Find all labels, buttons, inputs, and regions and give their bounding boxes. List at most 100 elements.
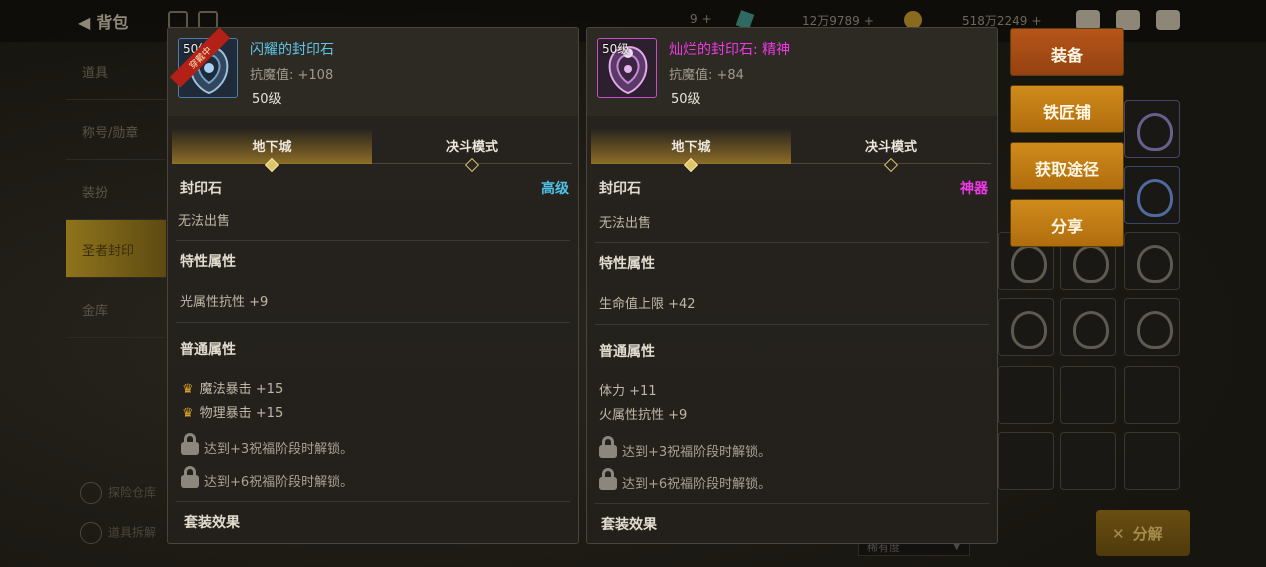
divider (176, 501, 570, 502)
set-effect-title: 套装效果 (184, 515, 240, 531)
diamond-icon (264, 157, 280, 173)
tab-label: 决斗模式 (864, 140, 917, 155)
inventory-slot[interactable] (1124, 432, 1180, 490)
currency-1: 9 + (690, 12, 712, 26)
mode-tabs: 地下城 决斗模式 (591, 128, 991, 173)
item-rarity: 神器 (960, 181, 988, 197)
inventory-slot[interactable] (1124, 232, 1180, 290)
item-category: 封印石 (599, 181, 641, 197)
sell-status: 无法出售 (599, 216, 652, 231)
warehouse-label: 探险仓库 (108, 485, 157, 500)
diamond-icon (464, 157, 480, 173)
item-rarity: 高级 (541, 181, 569, 197)
sidebar-item-label: 圣者封印 (82, 244, 135, 259)
normal-attr-text: 魔法暴击 +15 (199, 382, 284, 397)
special-attrs-title: 特性属性 (599, 256, 655, 272)
sidebar-item-label: 道具 (82, 66, 109, 81)
sell-status: 无法出售 (178, 214, 231, 229)
sidebar-bottom-warehouse[interactable]: 探险仓库 (80, 482, 156, 504)
locked-attr: 达到+3祝福阶段时解锁。 (204, 442, 354, 457)
add-icon[interactable]: + (864, 14, 874, 28)
chat-icon[interactable] (1156, 10, 1180, 30)
lock-icon (181, 433, 199, 455)
add-icon[interactable]: + (702, 12, 712, 26)
currency-1-value: 9 (690, 12, 698, 26)
dismantle-icon (80, 522, 102, 544)
blacksmith-button[interactable]: 铁匠铺 (1010, 85, 1124, 133)
item-level: 50级 (252, 92, 282, 107)
item-icon: 50级 (597, 38, 657, 98)
inventory-slot[interactable] (1060, 298, 1116, 356)
inventory-slot[interactable] (998, 366, 1054, 424)
normal-attr-text: 物理暴击 +15 (199, 406, 284, 421)
item-icon: 50级 穿戴中 (169, 28, 238, 98)
lock-icon (599, 436, 617, 458)
item-level: 50级 (671, 92, 701, 107)
sidebar-item-vault[interactable]: 金库 (66, 280, 166, 338)
inventory-slot[interactable] (1124, 366, 1180, 424)
currency-3-value: 518万2249 (962, 14, 1028, 28)
special-attr: 光属性抗性 +9 (180, 295, 269, 310)
item-name: 闪耀的封印石 (250, 42, 334, 58)
sidebar-item-label: 金库 (82, 304, 109, 319)
normal-attr: 火属性抗性 +9 (599, 408, 688, 423)
crown-icon: ♛ (182, 382, 194, 397)
mode-tabs: 地下城 决斗模式 (172, 128, 572, 173)
sidebar-bottom-dismantle[interactable]: 道具拆解 (80, 522, 156, 544)
back-button[interactable]: ◀ 背包 (78, 9, 128, 33)
sidebar-item-titles[interactable]: 称号/勋章 (66, 102, 166, 160)
sidebar-item-items[interactable]: 道具 (66, 42, 166, 100)
normal-attr: ♛ 魔法暴击 +15 (182, 378, 283, 397)
set-effect-title: 套装效果 (601, 517, 657, 533)
decompose-button[interactable]: ✕ 分解 (1096, 510, 1190, 556)
tab-label: 地下城 (252, 140, 292, 155)
page-title: 背包 (96, 13, 129, 32)
tab-duel[interactable]: 决斗模式 (372, 128, 572, 173)
mail-icon[interactable] (1116, 10, 1140, 30)
item-tooltip-equipped: 50级 穿戴中 闪耀的封印石 抗魔值: +108 50级 地下城 决斗模式 封印… (167, 27, 579, 544)
normal-attrs-title: 普通属性 (180, 342, 236, 358)
decompose-label: 分解 (1132, 525, 1163, 543)
sidebar: 道具 称号/勋章 装扮 圣者封印 金库 (66, 42, 166, 522)
divider (595, 503, 989, 504)
inventory-slot[interactable] (1124, 166, 1180, 224)
tab-label: 决斗模式 (445, 140, 498, 155)
share-button[interactable]: 分享 (1010, 199, 1124, 247)
item-category: 封印石 (180, 181, 222, 197)
tab-duel[interactable]: 决斗模式 (791, 128, 991, 173)
tab-dungeon[interactable]: 地下城 (591, 128, 791, 173)
locked-attr: 达到+3祝福阶段时解锁。 (622, 445, 772, 460)
divider (176, 322, 570, 323)
shop-icon[interactable] (1076, 10, 1100, 30)
inventory-slot[interactable] (1060, 366, 1116, 424)
special-attrs-title: 特性属性 (180, 254, 236, 270)
inventory-slot[interactable] (1124, 298, 1180, 356)
currency-2-value: 12万9789 (802, 14, 860, 28)
diamond-icon (683, 157, 699, 173)
inventory-slot[interactable] (998, 432, 1054, 490)
equip-button[interactable]: 装备 (1010, 28, 1124, 76)
item-level-badge: 50级 (602, 42, 630, 56)
item-name: 灿烂的封印石: 精神 (669, 42, 791, 58)
special-attr: 生命值上限 +42 (599, 297, 696, 312)
add-icon[interactable]: + (1031, 14, 1041, 28)
tab-label: 地下城 (671, 140, 711, 155)
tooltip-header: 50级 灿烂的封印石: 精神 抗魔值: +84 50级 (587, 28, 997, 116)
sidebar-item-seal[interactable]: 圣者封印 (66, 220, 166, 278)
divider (176, 240, 570, 241)
back-arrow-icon: ◀ (78, 13, 91, 32)
diamond-icon (883, 157, 899, 173)
divider (595, 242, 989, 243)
obtain-source-button[interactable]: 获取途径 (1010, 142, 1124, 190)
inventory-slot[interactable] (998, 298, 1054, 356)
divider (595, 324, 989, 325)
normal-attr: 体力 +11 (599, 384, 657, 399)
sidebar-item-avatar[interactable]: 装扮 (66, 162, 166, 220)
item-tooltip-compare: 50级 灿烂的封印石: 精神 抗魔值: +84 50级 地下城 决斗模式 封印石… (586, 27, 998, 544)
tab-dungeon[interactable]: 地下城 (172, 128, 372, 173)
dismantle-label: 道具拆解 (108, 525, 157, 540)
lock-icon (599, 468, 617, 490)
item-resist: 抗魔值: +108 (250, 68, 334, 83)
inventory-slot[interactable] (1060, 432, 1116, 490)
inventory-slot[interactable] (1124, 100, 1180, 158)
